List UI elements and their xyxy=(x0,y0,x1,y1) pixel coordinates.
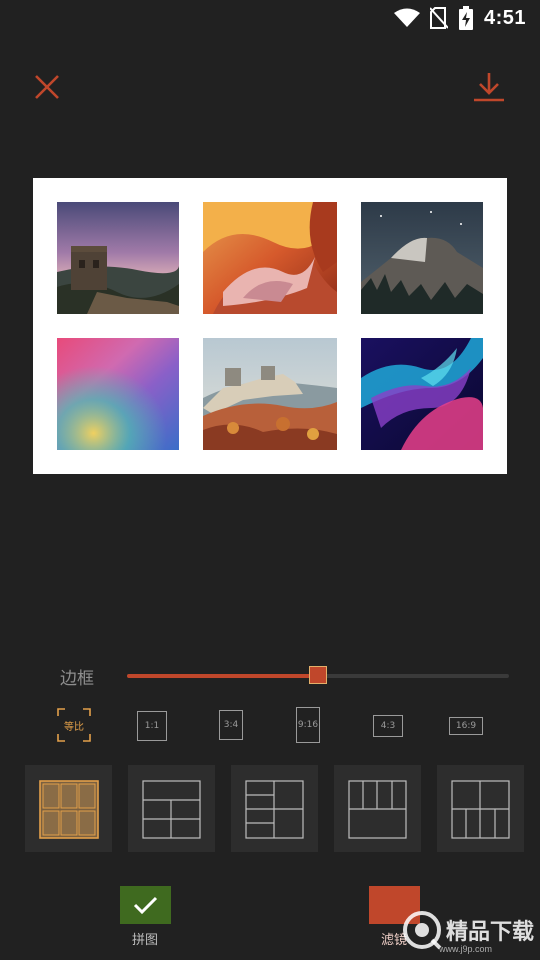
ratio-option-1-1[interactable]: 1:1 xyxy=(137,706,167,744)
ratio-option-3-4[interactable]: 3:4 xyxy=(219,706,243,744)
status-bar: 4:51 xyxy=(0,0,540,36)
layout-grid-2x3-icon xyxy=(39,780,99,839)
collage-tab-label: 拼图 xyxy=(132,933,159,948)
border-slider-thumb[interactable] xyxy=(309,666,327,684)
antelope-canyon-photo[interactable] xyxy=(203,202,337,314)
watermark-url: www.j9p.com xyxy=(438,944,492,954)
aurora-abstract-photo[interactable] xyxy=(361,338,483,450)
layout-grid-mixed-left-icon xyxy=(245,780,304,839)
layout-grid-3x2-icon xyxy=(142,780,201,839)
ratio-9-16-frame: 9:16 xyxy=(296,707,320,743)
status-time: 4:51 xyxy=(483,6,526,29)
border-slider-fill xyxy=(127,674,318,678)
ratio-4-3-frame: 4:3 xyxy=(373,715,403,737)
ratio-label-proportional: 等比 xyxy=(64,722,84,733)
great-wall-night-photo[interactable] xyxy=(57,202,179,314)
check-icon xyxy=(133,896,158,915)
ratio-option-9-16[interactable]: 9:16 xyxy=(296,706,320,744)
close-icon xyxy=(35,75,59,99)
border-control: 边框 xyxy=(0,658,540,694)
layout-grid-mixed-bottom-icon xyxy=(451,780,510,839)
status-icons: 4:51 xyxy=(393,6,526,30)
download-icon xyxy=(474,73,504,102)
half-dome-night-photo[interactable] xyxy=(361,202,483,314)
watermark-logo-icon xyxy=(402,911,442,950)
watermark-text: 精品下载 xyxy=(445,920,534,945)
ratio-label-4-3: 4:3 xyxy=(380,721,396,731)
layout-grid-mixed-bottom[interactable] xyxy=(437,765,524,852)
ratio-option-16-9[interactable]: 16:9 xyxy=(449,706,483,744)
gradient-wallpaper-photo[interactable] xyxy=(57,338,179,450)
layout-grid-2x3[interactable] xyxy=(25,765,112,852)
download-button[interactable] xyxy=(472,70,506,104)
ratio-option-proportional[interactable]: 等比 xyxy=(57,706,91,744)
ratio-1-1-frame: 1:1 xyxy=(137,711,167,741)
layout-grid-mixed-left[interactable] xyxy=(231,765,318,852)
no-sim-icon xyxy=(429,7,448,29)
layout-grid-3x2[interactable] xyxy=(128,765,215,852)
collage-canvas[interactable] xyxy=(33,178,507,474)
layout-grid-mixed-top[interactable] xyxy=(334,765,421,852)
ratio-3-4-frame: 3:4 xyxy=(219,710,243,740)
collage-tab-button[interactable] xyxy=(120,886,171,924)
border-label: 边框 xyxy=(60,669,94,689)
wifi-icon xyxy=(393,8,420,27)
ratio-label-1-1: 1:1 xyxy=(144,721,160,731)
ratio-label-3-4: 3:4 xyxy=(223,720,239,730)
ratio-label-9-16: 9:16 xyxy=(297,720,319,730)
battery-charging-icon xyxy=(458,6,473,30)
ratio-16-9-frame: 16:9 xyxy=(449,717,483,735)
border-slider[interactable] xyxy=(127,666,509,684)
ratio-label-16-9: 16:9 xyxy=(455,721,477,731)
close-button[interactable] xyxy=(32,72,62,102)
layout-grid-mixed-top-icon xyxy=(348,780,407,839)
great-wall-autumn-photo[interactable] xyxy=(203,338,337,450)
ratio-option-4-3[interactable]: 4:3 xyxy=(373,706,403,744)
